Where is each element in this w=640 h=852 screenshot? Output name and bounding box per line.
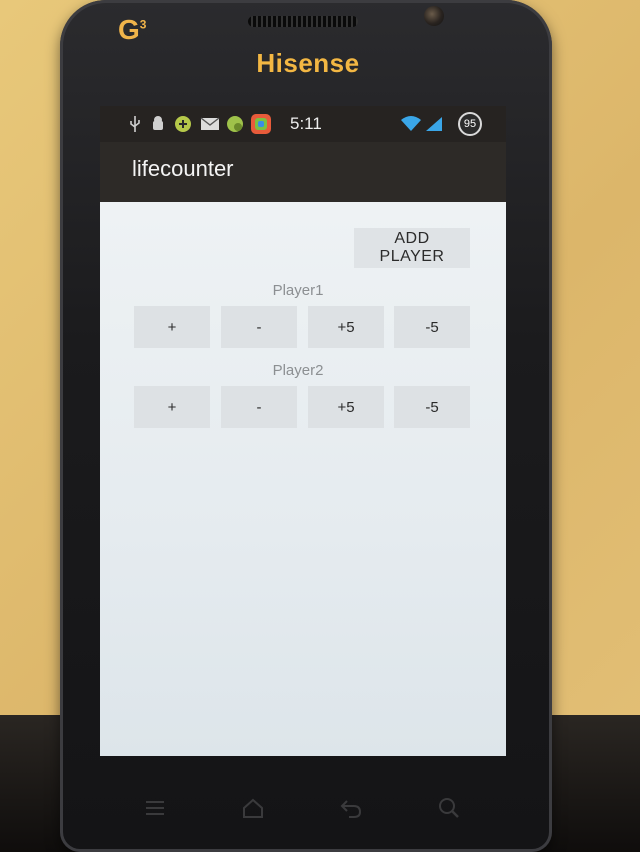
player1-minus-button[interactable]: - [221,306,297,348]
player1-plus-button[interactable]: + [134,306,210,348]
hardware-nav-bar [120,775,520,835]
player1-minus5-button[interactable]: -5 [394,306,470,348]
screen: 5:11 95 lifecounter ADD PLAYER Player1 +… [100,106,506,756]
wifi-icon [400,114,422,134]
android-debug-icon [150,114,166,134]
battery-indicator: 95 [458,112,482,136]
usb-icon [128,114,142,134]
player2-plus5-button[interactable]: +5 [308,386,384,428]
color-app-icon [250,114,272,134]
player1-plus5-button[interactable]: +5 [308,306,384,348]
search-icon[interactable] [434,793,464,823]
player2-controls: + - +5 -5 [134,386,472,428]
back-icon[interactable] [336,793,366,823]
status-bar: 5:11 95 [100,106,506,142]
player-name-label: Player1 [272,282,324,299]
menu-icon[interactable] [140,793,170,823]
app-title: lifecounter [132,156,234,181]
front-camera [424,6,444,26]
player2-plus-button[interactable]: + [134,386,210,428]
brand-logo: Hisense [256,48,360,78]
earpiece-speaker [248,16,358,27]
clock: 5:11 [290,114,322,133]
game-icon [174,114,192,134]
player2-minus-button[interactable]: - [221,386,297,428]
phone-body: G3 Hisense 5:11 95 lifecounter ADD PLAYE… [60,0,552,852]
player-name-label: Player2 [272,362,324,379]
main-content: ADD PLAYER Player1 + - +5 -5 Player2 + -… [100,202,506,756]
signal-icon [424,114,444,134]
app-icon [226,114,244,134]
player1-controls: + - +5 -5 [134,306,472,348]
carrier-logo: G3 [118,14,147,45]
player2-minus5-button[interactable]: -5 [394,386,470,428]
action-bar: lifecounter [100,142,506,202]
add-player-button[interactable]: ADD PLAYER [354,228,470,268]
mail-icon [200,114,220,134]
home-icon[interactable] [238,793,268,823]
